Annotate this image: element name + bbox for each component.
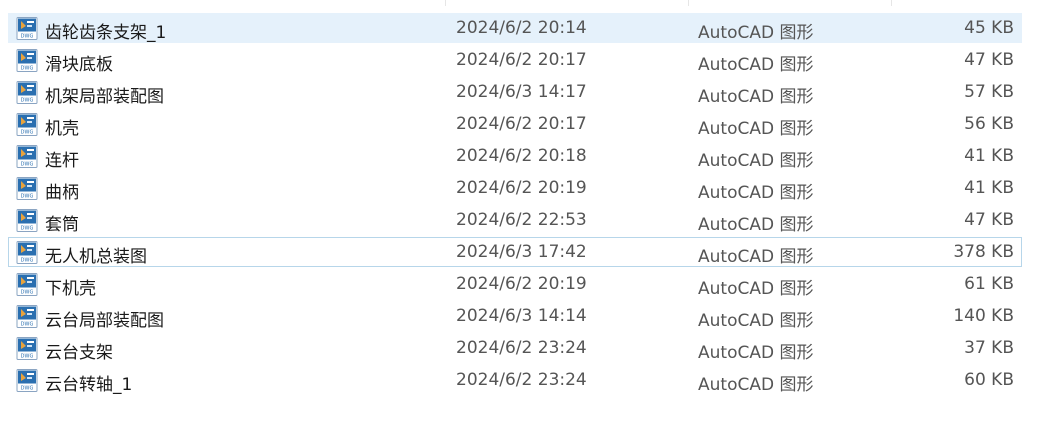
file-name: 滑块底板 <box>45 55 113 75</box>
svg-text:DWG: DWG <box>21 258 34 264</box>
file-type: AutoCAD 图形 <box>698 119 814 139</box>
file-type: AutoCAD 图形 <box>698 55 814 75</box>
file-date-modified: 2024/6/2 23:24 <box>456 338 587 358</box>
dwg-file-icon: DWG <box>16 337 38 360</box>
file-date-modified: 2024/6/3 14:17 <box>456 82 587 102</box>
file-type: AutoCAD 图形 <box>698 279 814 299</box>
file-row[interactable]: DWG 云台支架 2024/6/2 23:24 AutoCAD 图形 37 KB <box>8 333 1022 363</box>
svg-text:DWG: DWG <box>21 194 34 200</box>
file-size: 45 KB <box>964 18 1014 38</box>
dwg-file-icon: DWG <box>16 49 38 72</box>
file-name: 云台转轴_1 <box>45 375 133 395</box>
dwg-file-icon: DWG <box>16 241 38 264</box>
file-size: 61 KB <box>964 274 1014 294</box>
file-type: AutoCAD 图形 <box>698 247 814 267</box>
file-type: AutoCAD 图形 <box>698 151 814 171</box>
file-size: 57 KB <box>964 82 1014 102</box>
file-date-modified: 2024/6/2 20:17 <box>456 114 587 134</box>
dwg-file-icon: DWG <box>16 305 38 328</box>
file-size: 41 KB <box>964 146 1014 166</box>
svg-text:DWG: DWG <box>21 162 34 168</box>
svg-text:DWG: DWG <box>21 290 34 296</box>
svg-text:DWG: DWG <box>21 98 34 104</box>
svg-text:DWG: DWG <box>21 66 34 72</box>
file-size: 47 KB <box>964 210 1014 230</box>
file-type: AutoCAD 图形 <box>698 23 814 43</box>
file-date-modified: 2024/6/3 17:42 <box>456 242 587 262</box>
file-row[interactable]: DWG 连杆 2024/6/2 20:18 AutoCAD 图形 41 KB <box>8 141 1022 171</box>
file-name: 机壳 <box>45 119 79 139</box>
file-name: 无人机总装图 <box>45 247 147 267</box>
svg-text:DWG: DWG <box>21 386 34 392</box>
column-divider-name-date[interactable] <box>445 0 446 6</box>
file-name: 齿轮齿条支架_1 <box>45 23 167 43</box>
svg-text:DWG: DWG <box>21 34 34 40</box>
dwg-file-icon: DWG <box>16 81 38 104</box>
file-row[interactable]: DWG 机壳 2024/6/2 20:17 AutoCAD 图形 56 KB <box>8 109 1022 139</box>
file-name: 云台局部装配图 <box>45 311 164 331</box>
file-date-modified: 2024/6/2 22:53 <box>456 210 587 230</box>
file-name: 套筒 <box>45 215 79 235</box>
file-name: 云台支架 <box>45 343 113 363</box>
dwg-file-icon: DWG <box>16 17 38 40</box>
file-row[interactable]: DWG 云台转轴_1 2024/6/2 23:24 AutoCAD 图形 60 … <box>8 365 1022 395</box>
dwg-file-icon: DWG <box>16 113 38 136</box>
file-row[interactable]: DWG 机架局部装配图 2024/6/3 14:17 AutoCAD 图形 57… <box>8 77 1022 107</box>
file-row[interactable]: DWG 无人机总装图 2024/6/3 17:42 AutoCAD 图形 378… <box>8 237 1022 267</box>
dwg-file-icon: DWG <box>16 177 38 200</box>
file-size: 60 KB <box>964 370 1014 390</box>
file-size: 37 KB <box>964 338 1014 358</box>
file-date-modified: 2024/6/2 20:14 <box>456 18 587 38</box>
svg-text:DWG: DWG <box>21 130 34 136</box>
file-type: AutoCAD 图形 <box>698 183 814 203</box>
file-size: 41 KB <box>964 178 1014 198</box>
file-date-modified: 2024/6/2 20:17 <box>456 50 587 70</box>
file-type: AutoCAD 图形 <box>698 375 814 395</box>
svg-text:DWG: DWG <box>21 226 34 232</box>
file-row[interactable]: DWG 云台局部装配图 2024/6/3 14:14 AutoCAD 图形 14… <box>8 301 1022 331</box>
file-type: AutoCAD 图形 <box>698 343 814 363</box>
file-date-modified: 2024/6/2 20:19 <box>456 178 587 198</box>
file-row[interactable]: DWG 滑块底板 2024/6/2 20:17 AutoCAD 图形 47 KB <box>8 45 1022 75</box>
file-row[interactable]: DWG 齿轮齿条支架_1 2024/6/2 20:14 AutoCAD 图形 4… <box>8 13 1022 43</box>
file-type: AutoCAD 图形 <box>698 311 814 331</box>
svg-text:DWG: DWG <box>21 322 34 328</box>
file-size: 56 KB <box>964 114 1014 134</box>
file-row[interactable]: DWG 下机壳 2024/6/2 20:19 AutoCAD 图形 61 KB <box>8 269 1022 299</box>
file-rows: DWG 齿轮齿条支架_1 2024/6/2 20:14 AutoCAD 图形 4… <box>8 13 1022 397</box>
dwg-file-icon: DWG <box>16 273 38 296</box>
file-name: 机架局部装配图 <box>45 87 164 107</box>
file-date-modified: 2024/6/2 23:24 <box>456 370 587 390</box>
dwg-file-icon: DWG <box>16 209 38 232</box>
file-name: 下机壳 <box>45 279 96 299</box>
file-list-pane[interactable]: DWG 齿轮齿条支架_1 2024/6/2 20:14 AutoCAD 图形 4… <box>0 0 1064 433</box>
file-size: 140 KB <box>953 306 1014 326</box>
dwg-file-icon: DWG <box>16 145 38 168</box>
file-type: AutoCAD 图形 <box>698 215 814 235</box>
column-divider-date-type[interactable] <box>688 0 689 6</box>
file-date-modified: 2024/6/2 20:18 <box>456 146 587 166</box>
file-type: AutoCAD 图形 <box>698 87 814 107</box>
file-row[interactable]: DWG 曲柄 2024/6/2 20:19 AutoCAD 图形 41 KB <box>8 173 1022 203</box>
file-name: 连杆 <box>45 151 79 171</box>
column-divider-type-size[interactable] <box>891 0 892 6</box>
dwg-file-icon: DWG <box>16 369 38 392</box>
file-date-modified: 2024/6/3 14:14 <box>456 306 587 326</box>
svg-text:DWG: DWG <box>21 354 34 360</box>
file-date-modified: 2024/6/2 20:19 <box>456 274 587 294</box>
file-size: 47 KB <box>964 50 1014 70</box>
file-name: 曲柄 <box>45 183 79 203</box>
file-size: 378 KB <box>953 242 1014 262</box>
file-row[interactable]: DWG 套筒 2024/6/2 22:53 AutoCAD 图形 47 KB <box>8 205 1022 235</box>
